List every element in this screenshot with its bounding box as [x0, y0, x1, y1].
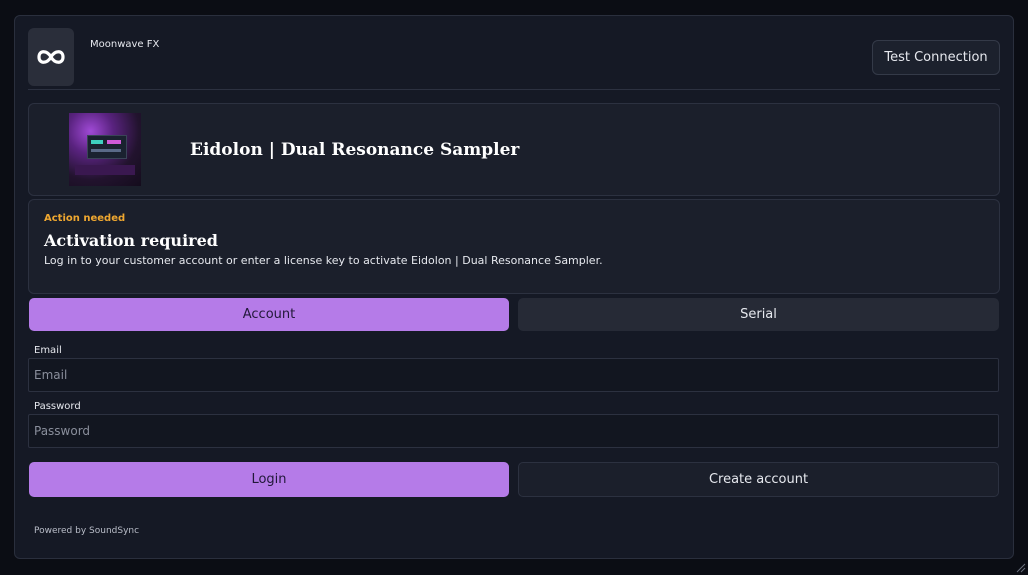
product-title: Eidolon | Dual Resonance Sampler: [190, 140, 520, 160]
vendor-name: Moonwave FX: [90, 39, 160, 50]
email-field[interactable]: [28, 358, 999, 392]
resize-grip-icon[interactable]: [1014, 561, 1026, 573]
login-button[interactable]: Login: [29, 462, 509, 497]
powered-by: Powered by SoundSync: [34, 526, 140, 536]
test-connection-button[interactable]: Test Connection: [872, 40, 1000, 75]
password-field[interactable]: [28, 414, 999, 448]
activation-window: Moonwave FX Test Connection Eidolon | Du…: [14, 15, 1014, 559]
tab-serial[interactable]: Serial: [518, 298, 999, 331]
create-account-button[interactable]: Create account: [518, 462, 999, 497]
notice-title: Activation required: [44, 231, 218, 250]
notice-tag: Action needed: [44, 213, 126, 224]
password-label: Password: [34, 401, 81, 412]
header-divider: [28, 89, 1000, 90]
activation-notice: Action needed Activation required Log in…: [28, 199, 1000, 294]
notice-message: Log in to your customer account or enter…: [44, 254, 603, 267]
product-artwork: [69, 113, 141, 186]
tab-account[interactable]: Account: [29, 298, 509, 331]
infinity-icon: [37, 50, 65, 64]
email-label: Email: [34, 345, 62, 356]
vendor-logo: [28, 28, 74, 86]
product-card: Eidolon | Dual Resonance Sampler: [28, 103, 1000, 196]
